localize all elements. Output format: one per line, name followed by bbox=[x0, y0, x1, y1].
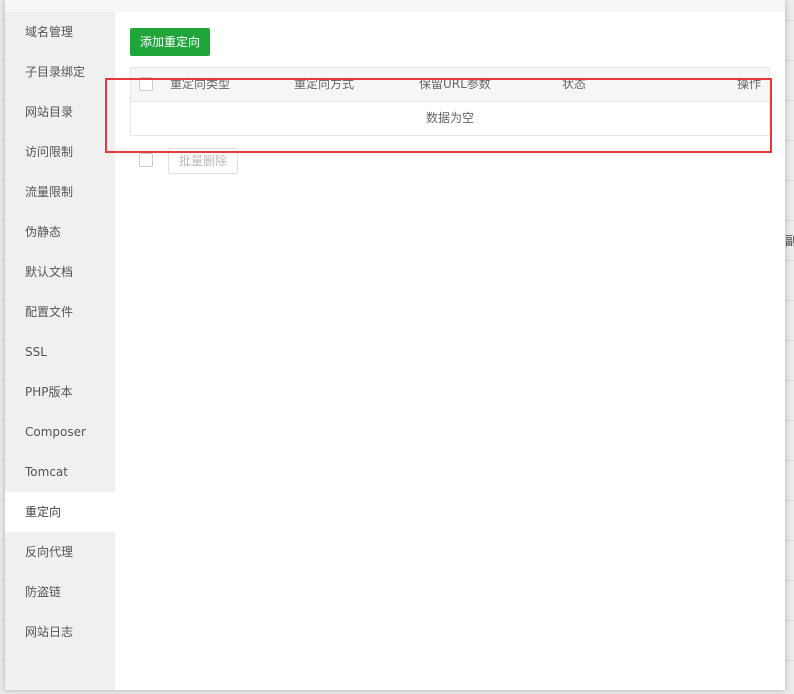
sidebar-item-traffic-limit[interactable]: 流量限制 bbox=[5, 172, 115, 212]
sidebar-item-tomcat[interactable]: Tomcat bbox=[5, 452, 115, 492]
sidebar-item-hotlink-protection[interactable]: 防盗链 bbox=[5, 572, 115, 612]
redirect-table: 重定向类型 重定向方式 保留URL参数 状态 操作 数据为空 bbox=[130, 67, 770, 136]
sidebar-item-config-file[interactable]: 配置文件 bbox=[5, 292, 115, 332]
site-settings-dialog: 域名管理 子目录绑定 网站目录 访问限制 流量限制 伪静态 默认文档 配置文件 … bbox=[5, 0, 785, 690]
sidebar-item-access-limit[interactable]: 访问限制 bbox=[5, 132, 115, 172]
select-all-checkbox[interactable] bbox=[139, 77, 153, 91]
column-header-actions: 操作 bbox=[736, 77, 761, 91]
sidebar-item-redirect[interactable]: 重定向 bbox=[5, 492, 115, 532]
sidebar-item-site-directory[interactable]: 网站目录 bbox=[5, 92, 115, 132]
backdrop-edge-text: 副 bbox=[785, 234, 794, 248]
batch-delete-button[interactable]: 批量删除 bbox=[168, 148, 239, 174]
batch-actions: 批量删除 bbox=[130, 148, 530, 174]
column-header-status: 状态 bbox=[562, 77, 587, 91]
sidebar-item-php-version[interactable]: PHP版本 bbox=[5, 372, 115, 412]
sidebar-item-subdir-binding[interactable]: 子目录绑定 bbox=[5, 52, 115, 92]
column-header-redirect-type: 重定向类型 bbox=[170, 77, 231, 91]
add-redirect-button[interactable]: 添加重定向 bbox=[130, 28, 211, 56]
column-header-redirect-method: 重定向方式 bbox=[294, 77, 355, 91]
sidebar-item-rewrite[interactable]: 伪静态 bbox=[5, 212, 115, 252]
sidebar-item-composer[interactable]: Composer bbox=[5, 412, 115, 452]
sidebar-item-default-document[interactable]: 默认文档 bbox=[5, 252, 115, 292]
column-header-keep-url-params: 保留URL参数 bbox=[419, 77, 491, 91]
sidebar-item-site-logs[interactable]: 网站日志 bbox=[5, 612, 115, 652]
sidebar-item-reverse-proxy[interactable]: 反向代理 bbox=[5, 532, 115, 572]
batch-select-checkbox[interactable] bbox=[139, 153, 153, 167]
sidebar-item-ssl[interactable]: SSL bbox=[5, 332, 115, 372]
sidebar-item-domain[interactable]: 域名管理 bbox=[5, 12, 115, 52]
redirect-panel: 添加重定向 重定向类型 重定向方式 保留URL参数 状态 操作 数据为空 批量删… bbox=[115, 12, 785, 690]
table-header: 重定向类型 重定向方式 保留URL参数 状态 操作 bbox=[131, 68, 769, 102]
settings-sidebar: 域名管理 子目录绑定 网站目录 访问限制 流量限制 伪静态 默认文档 配置文件 … bbox=[5, 12, 115, 690]
table-empty-message: 数据为空 bbox=[425, 111, 474, 125]
